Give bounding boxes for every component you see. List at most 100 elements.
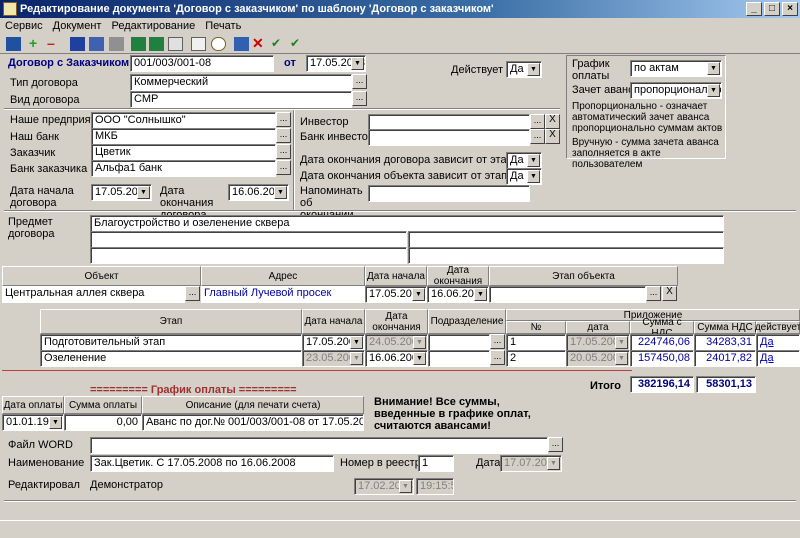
advance-offset-select[interactable]: пропорционально ▼ — [630, 82, 722, 99]
menu-document[interactable]: Документ — [48, 20, 107, 32]
chevron-down-icon[interactable]: ▼ — [351, 57, 364, 70]
chevron-down-icon[interactable]: ▼ — [707, 62, 720, 75]
menu-print[interactable]: Печать — [200, 20, 246, 32]
stage-row-dept[interactable] — [428, 350, 490, 367]
chevron-down-icon[interactable]: ▼ — [137, 186, 150, 199]
chevron-down-icon[interactable]: ▼ — [413, 352, 426, 365]
stage-row-app-num[interactable]: 1 — [506, 334, 566, 351]
customer-input[interactable]: Цветик — [91, 144, 276, 161]
stage-row-app-sum: 224746,06 — [630, 334, 694, 351]
save-all-icon[interactable] — [89, 37, 104, 51]
stage-dept-browse-button[interactable]: ... — [490, 334, 505, 349]
stage-row-app-active[interactable]: Да — [756, 350, 800, 367]
list-icon[interactable] — [234, 37, 249, 51]
chevron-down-icon[interactable]: ▼ — [350, 336, 363, 349]
close-button[interactable]: × — [782, 2, 798, 16]
start-date-input[interactable]: 17.05.2008 ▼ — [91, 184, 152, 201]
save-icon[interactable] — [70, 37, 85, 51]
object-browse-button[interactable]: ... — [185, 286, 200, 301]
object-start-cell[interactable]: 17.05.2008 ▼ — [365, 286, 427, 303]
investor-bank-browse-button[interactable]: ... — [530, 129, 545, 144]
investor-clear-button[interactable]: X — [545, 114, 560, 129]
contract-type-browse-button[interactable]: ... — [352, 74, 367, 89]
subject-line-3b[interactable] — [408, 247, 724, 264]
schedule-header-date: Дата оплаты — [2, 396, 64, 414]
minimize-button[interactable]: _ — [746, 2, 762, 16]
contract-date-input[interactable]: 17.05.2008 ▼ — [306, 55, 366, 72]
object-end-cell[interactable]: 16.06.2008 ▼ — [427, 286, 489, 303]
customer-bank-browse-button[interactable]: ... — [276, 160, 291, 175]
advance-note-manual: Вручную - сумма зачета аванса заполняетс… — [572, 137, 719, 170]
object-cell[interactable]: Центральная аллея сквера — [2, 286, 185, 303]
schedule-title: ========= График оплаты ========= — [90, 384, 297, 396]
investor-browse-button[interactable]: ... — [530, 114, 545, 129]
chevron-down-icon[interactable]: ▼ — [474, 288, 487, 301]
chevron-down-icon[interactable]: ▼ — [412, 288, 425, 301]
dep-contract-select[interactable]: Да ▼ — [506, 152, 542, 169]
contract-type-input[interactable]: Коммерческий — [130, 74, 352, 91]
chevron-down-icon[interactable]: ▼ — [527, 63, 540, 76]
remind-input[interactable] — [368, 185, 530, 202]
open-icon[interactable] — [6, 37, 21, 51]
investor-bank-clear-button[interactable]: X — [545, 129, 560, 144]
dep-object-select[interactable]: Да ▼ — [506, 168, 542, 185]
enterprise-input[interactable]: ООО "Солнышко" — [91, 112, 276, 129]
word-file-input[interactable] — [90, 437, 548, 454]
remove-icon[interactable]: – — [47, 36, 62, 51]
chevron-down-icon[interactable]: ▼ — [274, 186, 287, 199]
object-stage-browse-button[interactable]: ... — [646, 286, 661, 301]
page-icon[interactable] — [191, 37, 206, 51]
delete-icon[interactable]: ✕ — [252, 36, 267, 51]
check-icon[interactable]: ✔ — [271, 37, 286, 51]
contract-kind-browse-button[interactable]: ... — [352, 91, 367, 106]
subject-line-2a[interactable] — [90, 231, 407, 248]
contract-number-input[interactable]: 001/003/001-08 — [130, 55, 274, 72]
nav-first-icon[interactable] — [131, 37, 146, 51]
chevron-down-icon[interactable]: ▼ — [707, 84, 720, 97]
investor-bank-input[interactable] — [368, 129, 530, 146]
name-input[interactable]: Зак.Цветик. С 17.05.2008 по 16.06.2008 — [90, 455, 334, 472]
active-select[interactable]: Да ▼ — [506, 61, 542, 78]
stage-row-app-active[interactable]: Да — [756, 334, 800, 351]
chevron-down-icon[interactable]: ▼ — [527, 170, 540, 183]
our-bank-browse-button[interactable]: ... — [276, 128, 291, 143]
word-file-browse-button[interactable]: ... — [548, 437, 563, 452]
payment-schedule-select[interactable]: по актам ▼ — [630, 60, 722, 77]
maximize-button[interactable]: □ — [764, 2, 780, 16]
nav-last-icon[interactable] — [149, 37, 164, 51]
schedule-desc-cell[interactable]: Аванс по дог.№ 001/003/001-08 от 17.05.2… — [142, 414, 364, 431]
registry-number-input[interactable]: 1 — [418, 455, 454, 472]
stage-row-end[interactable]: 16.06.2008 ▼ — [365, 350, 428, 367]
clock-icon[interactable] — [211, 37, 226, 51]
stage-row-dept[interactable] — [428, 334, 490, 351]
schedule-date-cell[interactable]: 01.01.1900 ▼ — [2, 414, 64, 431]
chevron-down-icon: ▼ — [615, 336, 628, 349]
print-icon[interactable] — [109, 37, 124, 51]
stage-row-name[interactable]: Подготовительный этап — [40, 334, 302, 351]
stage-row-app-num[interactable]: 2 — [506, 350, 566, 367]
customer-bank-input[interactable]: Альфа1 банк — [91, 160, 276, 177]
subject-input[interactable]: Благоустройство и озеленение сквера — [90, 215, 724, 232]
menu-service[interactable]: Сервис — [0, 20, 48, 32]
chevron-down-icon[interactable]: ▼ — [527, 154, 540, 167]
check-all-icon[interactable]: ✔ — [290, 37, 305, 51]
stage-row-name[interactable]: Озеленение — [40, 350, 302, 367]
subject-line-2b[interactable] — [408, 231, 724, 248]
subject-line-3a[interactable] — [90, 247, 407, 264]
menu-edit[interactable]: Редактирование — [106, 20, 200, 32]
object-stage-clear-button[interactable]: X — [662, 286, 677, 301]
end-date-input[interactable]: 16.06.2008 ▼ — [228, 184, 289, 201]
edited-date: 17.02.2008 ▼ — [354, 478, 414, 495]
object-address-cell[interactable]: Главный Лучевой просек — [201, 286, 365, 303]
customer-browse-button[interactable]: ... — [276, 144, 291, 159]
doc-icon[interactable] — [168, 37, 183, 51]
our-bank-input[interactable]: МКБ — [91, 128, 276, 145]
stage-dept-browse-button[interactable]: ... — [490, 350, 505, 365]
chevron-down-icon[interactable]: ▼ — [49, 416, 62, 429]
schedule-sum-cell[interactable]: 0,00 — [64, 414, 142, 431]
contract-kind-input[interactable]: СМР — [130, 91, 352, 108]
enterprise-browse-button[interactable]: ... — [276, 112, 291, 127]
add-icon[interactable]: + — [29, 36, 44, 51]
stage-row-start[interactable]: 17.05.2008 ▼ — [302, 334, 365, 351]
object-stage-cell[interactable] — [489, 286, 646, 303]
